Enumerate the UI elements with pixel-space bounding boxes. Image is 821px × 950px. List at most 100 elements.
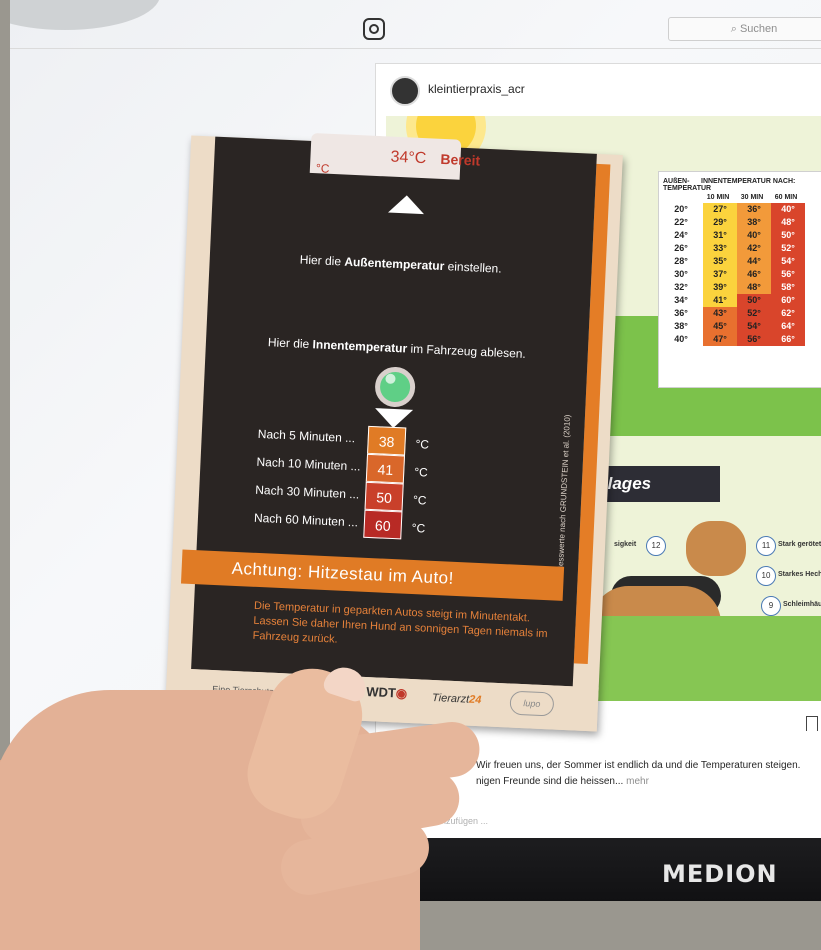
instr-outside-pre: Hier die xyxy=(299,252,345,269)
table-row: 28° 35° 44° 54° xyxy=(659,255,821,268)
symptom-label: sigkeit xyxy=(614,541,637,548)
table-cell: 40° xyxy=(659,333,703,346)
caption-line1: Wir freuen uns, der Sommer ist endlich d… xyxy=(476,760,801,771)
tierarzt-logo-text: Tierarzt xyxy=(431,692,470,706)
table-cell: 60° xyxy=(771,294,805,307)
table-cell: 29° xyxy=(703,216,737,229)
tierarzt24-logo: Tierarzt24 xyxy=(432,692,482,706)
tierarzt-logo-num: 24 xyxy=(468,693,482,707)
readout-60min: 60 xyxy=(363,509,403,540)
table-cell: 56° xyxy=(737,333,771,346)
table-cell: 64° xyxy=(771,320,805,333)
table-cell: 43° xyxy=(703,307,737,320)
table-cell: 35° xyxy=(703,255,737,268)
table-header-inside: INNENTEMPERATUR NACH: xyxy=(701,178,796,185)
table-cell: 33° xyxy=(703,242,737,255)
table-cell: 52° xyxy=(771,242,805,255)
table-cell: 45° xyxy=(703,320,737,333)
table-row: 40° 47° 56° 66° xyxy=(659,333,821,346)
table-cell: 38° xyxy=(737,216,771,229)
account-name[interactable]: kleintierpraxis_acr xyxy=(428,82,525,96)
heat-calculator-card: °C 34°C Bereit Hier die Außentemperatur … xyxy=(165,132,623,732)
symptom-number: 10 xyxy=(756,566,776,586)
table-row: 30° 37° 46° 56° xyxy=(659,268,821,281)
symptom-number: 12 xyxy=(646,536,666,556)
table-cell: 48° xyxy=(771,216,805,229)
search-placeholder: Suchen xyxy=(739,23,778,35)
table-cell: 20° xyxy=(659,203,703,216)
table-cell: 47° xyxy=(703,333,737,346)
arrow-up-icon xyxy=(388,194,425,215)
table-cell: 44° xyxy=(737,255,771,268)
table-cell: 46° xyxy=(737,268,771,281)
table-row: 26° 33° 42° 52° xyxy=(659,242,821,255)
table-cell: 36° xyxy=(659,307,703,320)
instagram-icon[interactable] xyxy=(363,18,385,40)
table-header: AUßEN-TEMPERATUR INNENTEMPERATUR NACH: xyxy=(659,172,821,194)
wdt-logo: WDT◉ xyxy=(366,684,408,702)
table-cell: 26° xyxy=(659,242,703,255)
table-cell: 40° xyxy=(771,203,805,216)
instr-inside-pre: Hier die xyxy=(267,335,313,352)
table-cell: 28° xyxy=(659,255,703,268)
table-row: 38° 45° 54° 64° xyxy=(659,320,821,333)
symptom-number: 11 xyxy=(756,536,776,556)
caption-line2: nigen Freunde sind die heissen... xyxy=(476,776,624,787)
symptom-label: Stark gerötete Au xyxy=(778,541,821,548)
table-cell: 40° xyxy=(737,229,771,242)
monitor-brand-logo: MEDION xyxy=(662,860,778,888)
table-cell: 50° xyxy=(737,294,771,307)
header-divider xyxy=(10,48,821,49)
table-cell: 62° xyxy=(771,307,805,320)
table-cell: 27° xyxy=(703,203,737,216)
table-subheader-spacer xyxy=(663,194,701,201)
table-cell: 66° xyxy=(771,333,805,346)
table-row: 36° 43° 52° 62° xyxy=(659,307,821,320)
wdt-logo-text: WDT xyxy=(365,684,397,701)
instr-outside-post: einstellen. xyxy=(443,259,502,276)
table-cell: 54° xyxy=(771,255,805,268)
lupo-logo: lupo xyxy=(509,690,555,717)
slider-temp-left: °C xyxy=(315,161,330,176)
table-header-60min: 60 MIN xyxy=(774,194,798,201)
readout-5min: 38 xyxy=(367,425,407,456)
more-link[interactable]: mehr xyxy=(626,776,649,787)
slider-visible-text: Bereit xyxy=(440,150,481,169)
table-header-outside: AUßEN-TEMPERATUR xyxy=(663,178,712,192)
table-cell: 56° xyxy=(771,268,805,281)
dog-illustration-head xyxy=(686,521,746,576)
search-icon: ⌕ xyxy=(730,23,740,35)
readout-10min: 41 xyxy=(365,453,406,484)
table-cell: 50° xyxy=(771,229,805,242)
search-input[interactable]: ⌕ Suchen xyxy=(668,17,821,41)
table-row: 32° 39° 48° 58° xyxy=(659,281,821,294)
table-row: 24° 31° 40° 50° xyxy=(659,229,821,242)
table-cell: 58° xyxy=(771,281,805,294)
table-cell: 39° xyxy=(703,281,737,294)
table-header-30min: 30 MIN xyxy=(740,194,764,201)
table-row: 20° 27° 36° 40° xyxy=(659,203,821,216)
table-cell: 24° xyxy=(659,229,703,242)
table-cell: 30° xyxy=(659,268,703,281)
table-cell: 37° xyxy=(703,268,737,281)
readout-unit-60min: °C xyxy=(411,520,426,536)
table-row: 34° 41° 50° 60° xyxy=(659,294,821,307)
post-caption: Wir freuen uns, der Sommer ist endlich d… xyxy=(476,758,821,790)
temperature-slider[interactable] xyxy=(309,132,462,180)
temperature-readout: 38 41 50 60 xyxy=(363,425,407,541)
table-header-10min: 10 MIN xyxy=(706,194,730,201)
readout-30min: 50 xyxy=(364,481,404,512)
screen-glare xyxy=(10,0,160,30)
wdt-logo-mark: ◉ xyxy=(395,685,408,701)
table-cell: 34° xyxy=(659,294,703,307)
table-cell: 54° xyxy=(737,320,771,333)
table-cell: 36° xyxy=(737,203,771,216)
readout-unit-5min: °C xyxy=(415,436,430,452)
table-cell: 48° xyxy=(737,281,771,294)
avatar[interactable] xyxy=(390,76,420,106)
table-cell: 38° xyxy=(659,320,703,333)
symptom-number: 9 xyxy=(761,596,781,616)
symptom-label: Starkes Hecheln xyxy=(778,571,821,578)
bookmark-icon[interactable] xyxy=(806,716,818,731)
temperature-table: AUßEN-TEMPERATUR INNENTEMPERATUR NACH: 1… xyxy=(658,171,821,388)
